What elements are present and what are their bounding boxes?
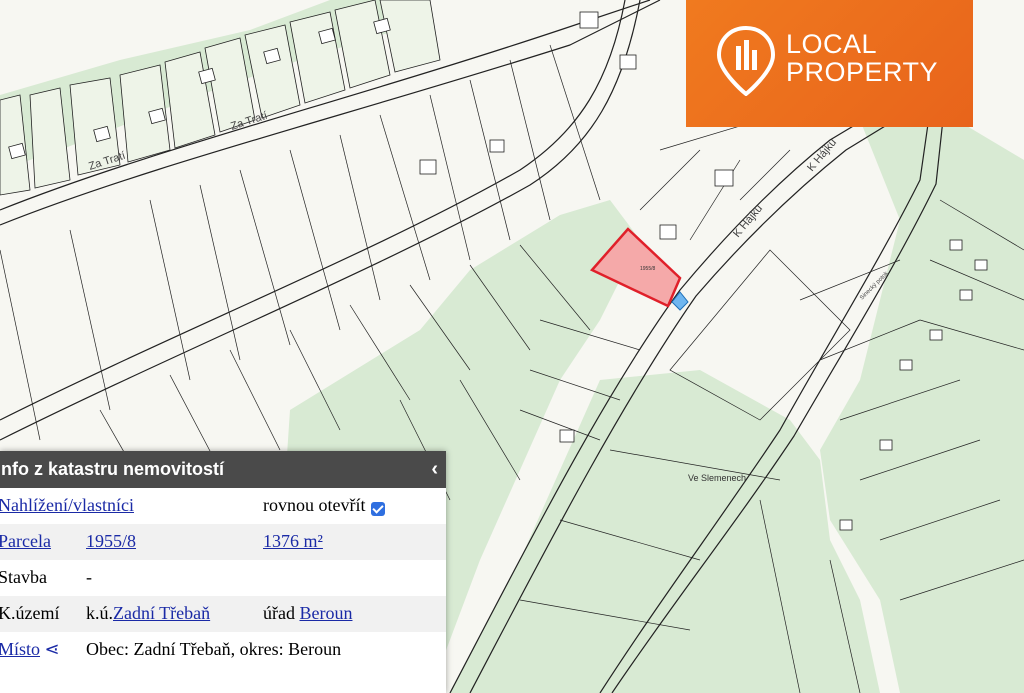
- place-label-link[interactable]: Místo: [0, 639, 40, 659]
- office-prefix: úřad: [263, 603, 295, 623]
- view-owners-link[interactable]: Nahlížení/vlastníci: [0, 495, 134, 515]
- row-building: Stavba -: [0, 560, 446, 596]
- territory-name-link[interactable]: Zadní Třebaň: [113, 603, 210, 623]
- row-parcel: Parcela 1955/8 1376 m²: [0, 524, 446, 560]
- logo-text: LOCAL PROPERTY: [786, 30, 938, 86]
- collapse-chevron-icon[interactable]: ‹: [431, 451, 438, 488]
- row-place: Místo ⋖ Obec: Zadní Třebaň, okres: Berou…: [0, 632, 446, 672]
- location-pin-logo-icon: [716, 26, 776, 96]
- local-property-logo: LOCAL PROPERTY: [686, 0, 973, 127]
- cadastre-info-panel: Info z katastru nemovitostí ‹ Nahlížení/…: [0, 451, 446, 693]
- place-arrow-icon[interactable]: ⋖: [45, 639, 60, 659]
- open-directly-label: rovnou otevřít: [263, 495, 366, 515]
- building-label: Stavba: [0, 567, 47, 587]
- parcel-area-link[interactable]: 1376 m²: [263, 531, 323, 551]
- panel-title: Info z katastru nemovitostí: [0, 459, 225, 479]
- territory-label: K.území: [0, 603, 60, 623]
- area-label-ve-slemenech: Ve Slemenech: [688, 473, 746, 483]
- panel-header: Info z katastru nemovitostí ‹: [0, 451, 446, 488]
- row-territory: K.území k.ú.Zadní Třebaň úřad Beroun: [0, 596, 446, 632]
- parcel-label-link[interactable]: Parcela: [0, 531, 51, 551]
- territory-prefix: k.ú.: [86, 603, 113, 623]
- selected-parcel-number: 1955/8: [640, 266, 656, 272]
- parcel-number-link[interactable]: 1955/8: [86, 531, 136, 551]
- office-link[interactable]: Beroun: [299, 603, 352, 623]
- logo-line-1: LOCAL: [786, 29, 878, 59]
- open-directly-checkbox[interactable]: [371, 502, 386, 516]
- row-view: Nahlížení/vlastníci rovnou otevřít: [0, 488, 446, 524]
- logo-line-2: PROPERTY: [786, 57, 939, 87]
- place-value: Obec: Zadní Třebaň, okres: Beroun: [86, 639, 342, 659]
- building-value: -: [86, 567, 92, 587]
